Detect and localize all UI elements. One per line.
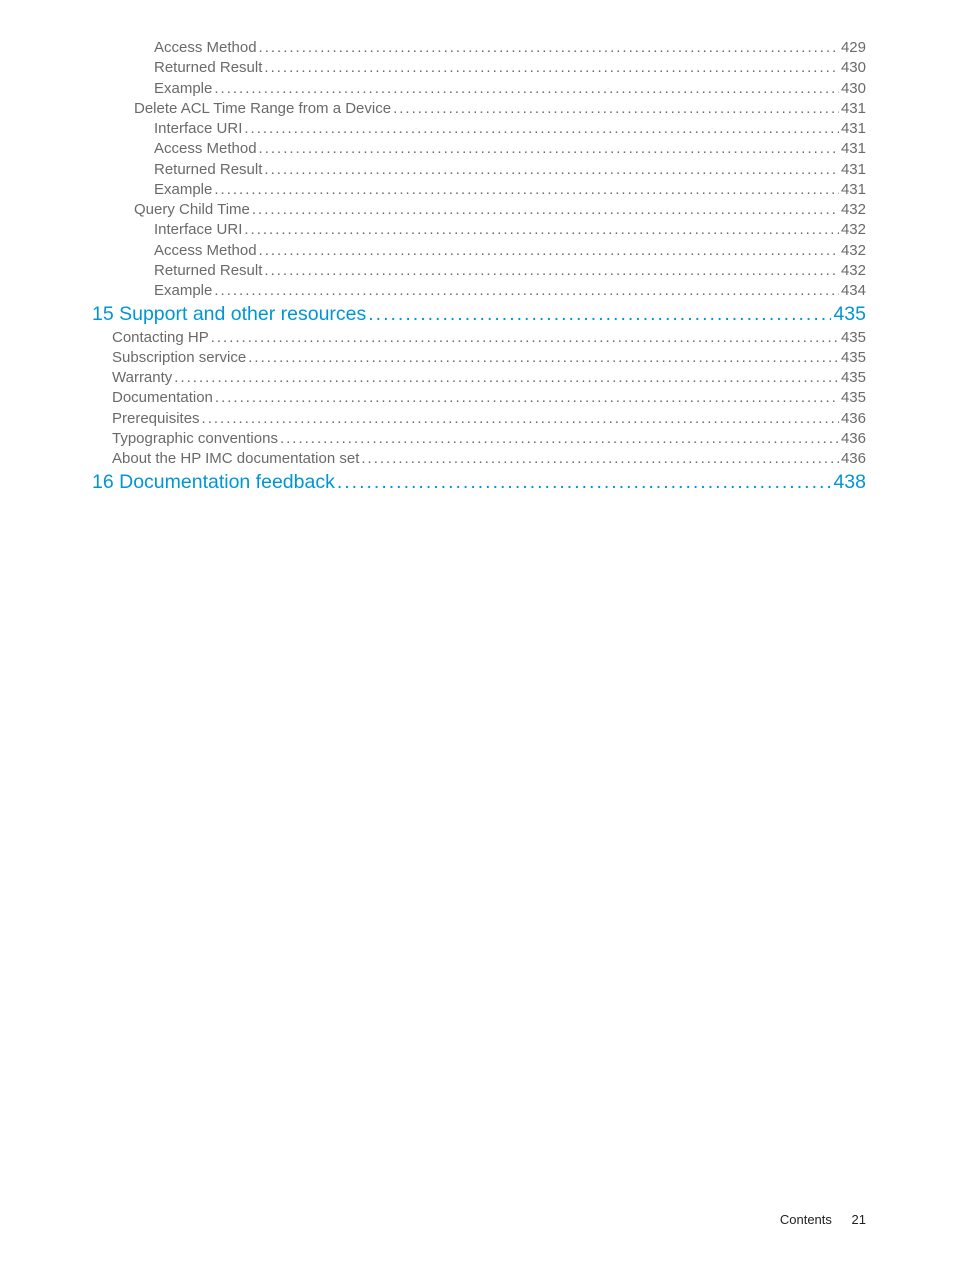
toc-leader-dots [214, 79, 839, 99]
toc-entry-page: 431 [841, 119, 866, 139]
table-of-contents: Access Method429Returned Result430Exampl… [92, 38, 866, 496]
toc-entry-page: 436 [841, 449, 866, 469]
toc-leader-dots [259, 139, 839, 159]
toc-entry-title: Typographic conventions [112, 429, 278, 449]
toc-entry-row[interactable]: Interface URI 432 [92, 220, 866, 240]
toc-entry-page: 431 [841, 160, 866, 180]
toc-entry-page: 436 [841, 429, 866, 449]
toc-entry-row[interactable]: Contacting HP 435 [92, 328, 866, 348]
toc-entry-title: Query Child Time [134, 200, 250, 220]
toc-leader-dots [202, 409, 839, 429]
toc-entry-title: Contacting HP [112, 328, 209, 348]
toc-leader-dots [252, 200, 839, 220]
toc-leader-dots [264, 261, 839, 281]
toc-entry-title: Access Method [154, 139, 257, 159]
toc-entry-row[interactable]: Warranty 435 [92, 368, 866, 388]
toc-entry-title: Documentation [112, 388, 213, 408]
document-page: Access Method429Returned Result430Exampl… [0, 0, 954, 496]
toc-leader-dots [264, 58, 839, 78]
toc-leader-dots [361, 449, 839, 469]
toc-leader-dots [211, 328, 839, 348]
toc-chapter-row[interactable]: 16 Documentation feedback 438 [92, 469, 866, 495]
toc-entry-row[interactable]: Returned Result 432 [92, 261, 866, 281]
toc-entry-row[interactable]: Access Method 432 [92, 241, 866, 261]
toc-entry-row[interactable]: About the HP IMC documentation set 436 [92, 449, 866, 469]
footer-label: Contents [780, 1212, 832, 1227]
toc-entry-title: Returned Result [154, 58, 262, 78]
toc-entry-page: 435 [833, 301, 866, 327]
toc-entry-title: Interface URI [154, 119, 242, 139]
toc-entry-page: 432 [841, 241, 866, 261]
toc-entry-row[interactable]: Documentation 435 [92, 388, 866, 408]
toc-entry-row[interactable]: Example 431 [92, 180, 866, 200]
toc-entry-title: Subscription service [112, 348, 246, 368]
toc-leader-dots [393, 99, 839, 119]
toc-entry-row[interactable]: Interface URI 431 [92, 119, 866, 139]
toc-entry-row[interactable]: Access Method 431 [92, 139, 866, 159]
toc-entry-page: 438 [833, 469, 866, 495]
footer-page-number: 21 [852, 1212, 866, 1227]
toc-leader-dots [214, 180, 839, 200]
toc-entry-row[interactable]: Query Child Time 432 [92, 200, 866, 220]
toc-entry-page: 432 [841, 261, 866, 281]
toc-entry-row[interactable]: Returned Result 431 [92, 160, 866, 180]
page-footer: Contents 21 [780, 1212, 866, 1227]
toc-entry-row[interactable]: Typographic conventions 436 [92, 429, 866, 449]
toc-entry-row[interactable]: Delete ACL Time Range from a Device 431 [92, 99, 866, 119]
toc-entry-title: Access Method [154, 38, 257, 58]
toc-leader-dots [259, 38, 839, 58]
toc-entry-page: 430 [841, 58, 866, 78]
toc-entry-title: Example [154, 79, 212, 99]
toc-entry-title: Prerequisites [112, 409, 200, 429]
toc-entry-page: 432 [841, 200, 866, 220]
toc-entry-row[interactable]: Returned Result 430 [92, 58, 866, 78]
toc-entry-title: Example [154, 180, 212, 200]
toc-entry-row[interactable]: Example 430 [92, 79, 866, 99]
toc-leader-dots [215, 388, 839, 408]
toc-entry-page: 436 [841, 409, 866, 429]
toc-entry-page: 435 [841, 388, 866, 408]
toc-entry-title: Delete ACL Time Range from a Device [134, 99, 391, 119]
toc-entry-title: Returned Result [154, 160, 262, 180]
toc-entry-page: 432 [841, 220, 866, 240]
toc-leader-dots [264, 160, 839, 180]
toc-entry-row[interactable]: Prerequisites 436 [92, 409, 866, 429]
toc-chapter-row[interactable]: 15 Support and other resources 435 [92, 301, 866, 327]
toc-leader-dots [337, 469, 832, 495]
toc-leader-dots [174, 368, 839, 388]
toc-leader-dots [280, 429, 839, 449]
toc-entry-page: 431 [841, 180, 866, 200]
toc-entry-page: 430 [841, 79, 866, 99]
toc-leader-dots [248, 348, 839, 368]
toc-entry-title: Warranty [112, 368, 172, 388]
toc-entry-page: 435 [841, 348, 866, 368]
toc-entry-page: 435 [841, 328, 866, 348]
toc-entry-page: 434 [841, 281, 866, 301]
toc-entry-title: About the HP IMC documentation set [112, 449, 359, 469]
toc-leader-dots [368, 301, 831, 327]
toc-entry-row[interactable]: Example 434 [92, 281, 866, 301]
toc-leader-dots [244, 119, 839, 139]
toc-leader-dots [244, 220, 839, 240]
toc-entry-page: 429 [841, 38, 866, 58]
toc-entry-page: 435 [841, 368, 866, 388]
toc-entry-title: Interface URI [154, 220, 242, 240]
toc-leader-dots [259, 241, 839, 261]
toc-entry-row[interactable]: Access Method 429 [92, 38, 866, 58]
toc-leader-dots [214, 281, 839, 301]
toc-entry-title: Access Method [154, 241, 257, 261]
toc-entry-row[interactable]: Subscription service 435 [92, 348, 866, 368]
toc-entry-page: 431 [841, 139, 866, 159]
toc-entry-title: 15 Support and other resources [92, 301, 366, 327]
toc-entry-title: Returned Result [154, 261, 262, 281]
toc-entry-title: Example [154, 281, 212, 301]
toc-entry-page: 431 [841, 99, 866, 119]
toc-entry-title: 16 Documentation feedback [92, 469, 335, 495]
